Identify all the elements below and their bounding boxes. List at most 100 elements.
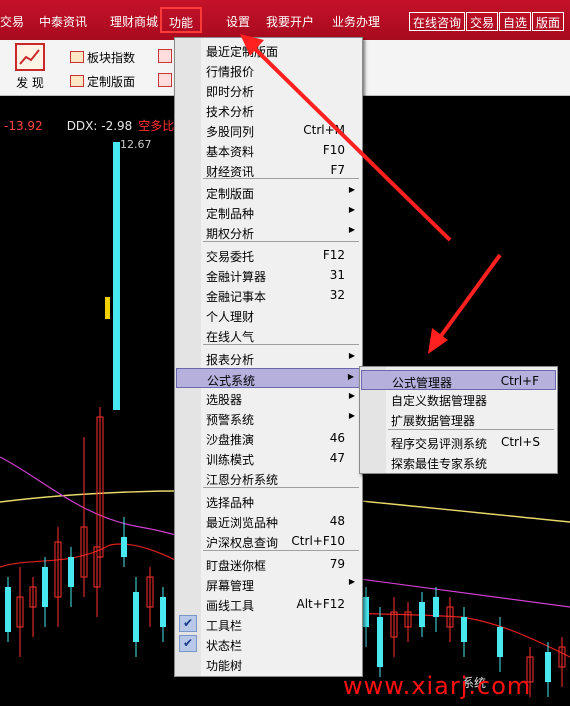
menu-trade[interactable]: 交易 [0,13,24,30]
menu-item[interactable]: 功能树 [176,654,361,674]
menu-item[interactable]: 沪深权息查询 Ctrl+F10 [176,531,361,551]
menu-item[interactable]: 多股同列 Ctrl+M [176,120,361,140]
menu-item-label: 画线工具 [206,599,255,613]
menu-settings[interactable]: 设置 [226,13,250,30]
online-consult-button[interactable]: 在线咨询 [409,12,466,31]
menu-item-label: 定制品种 [206,207,255,221]
submenu-arrow-icon: ▶ [348,577,355,586]
layout-button[interactable]: 版面 [532,12,565,31]
menu-business[interactable]: 业务办理 [332,13,380,30]
submenu-item-shortcut: Ctrl+F [500,374,539,388]
menu-item-label: 技术分析 [206,105,255,119]
menu-item-label: 选股器 [206,393,243,407]
menu-item-label: 基本资料 [206,145,255,159]
menu-item-label: 金融记事本 [206,290,267,304]
menu-item-shortcut: Ctrl+F10 [291,534,345,548]
menu-item-label: 盯盘迷你框 [206,559,267,573]
menu-item[interactable]: 金融计算器 31 [176,265,361,285]
menu-item-shortcut: 48 [329,514,345,528]
menu-item-label: 沙盘推演 [206,433,255,447]
submenu-item[interactable]: 公式管理器 Ctrl+F [361,370,556,390]
menu-item[interactable]: 盯盘迷你框 79 [176,554,361,574]
tool-icon[interactable] [158,73,172,87]
menu-item-shortcut: Ctrl+M [303,123,345,137]
menu-item[interactable]: 最近定制版面 [176,40,361,60]
menu-item[interactable]: 定制品种 ▶ [176,202,361,222]
submenu-item[interactable]: 程序交易评测系统 Ctrl+S [361,432,556,452]
menu-item[interactable]: 行情报价 [176,60,361,80]
menu-functions[interactable]: 功能 [160,7,203,33]
menu-item[interactable]: 预警系统 ▶ [176,408,361,428]
menu-item[interactable]: 期权分析 ▶ [176,222,361,242]
menu-separator [203,487,359,488]
menu-item[interactable]: 定制版面 ▶ [176,182,361,202]
trend-chart-icon [15,43,45,71]
submenu-item[interactable]: 扩展数据管理器 [361,409,556,429]
menu-item-label: 最近定制版面 [206,45,279,59]
indicator-value: -13.92 [4,119,43,133]
menu-item-label: 行情报价 [206,65,255,79]
menu-item[interactable]: 公式系统 ▶ [176,368,361,388]
custom-layout-button[interactable]: 定制版面 [70,73,135,91]
menu-item-label: 个人理财 [206,310,255,324]
submenu-separator [388,429,554,430]
menu-item-label: 公式系统 [207,374,256,388]
menu-item[interactable]: 个人理财 [176,305,361,325]
menu-item[interactable]: 报表分析 ▶ [176,348,361,368]
menu-zhongtai-news[interactable]: 中泰资讯 [39,13,87,30]
discover-button[interactable]: 发 现 [10,43,50,93]
menu-item[interactable]: 画线工具 Alt+F12 [176,594,361,614]
menu-item[interactable]: 技术分析 [176,100,361,120]
menu-wealth-mall[interactable]: 理财商城 [110,13,158,30]
menu-item-label: 屏幕管理 [206,579,255,593]
menu-open-account[interactable]: 我要开户 [266,13,314,30]
submenu-item[interactable]: 自定义数据管理器 [361,389,556,409]
submenu-item[interactable]: 探索最佳专家系统 [361,452,556,472]
menu-item-label: 预警系统 [206,413,255,427]
menu-item[interactable]: 沙盘推演 46 [176,428,361,448]
ddx-value: DDX: -2.98 [66,119,133,133]
menu-item-shortcut: F10 [322,143,345,157]
menu-item-shortcut: 31 [329,268,345,282]
submenu-arrow-icon: ▶ [347,372,354,381]
menu-item-label: 状态栏 [206,639,243,653]
menu-item-shortcut: 47 [329,451,345,465]
menu-item[interactable]: 财经资讯 F7 [176,160,361,180]
formula-system-submenu: 公式管理器 Ctrl+F 自定义数据管理器扩展数据管理器程序交易评测系统 Ctrl+S… [359,366,558,474]
submenu-arrow-icon: ▶ [348,391,355,400]
menu-item[interactable]: 江恩分析系统 [176,468,361,488]
submenu-item-label: 扩展数据管理器 [391,414,476,428]
checkmark-icon: ✔ [179,635,197,652]
submenu-item-label: 程序交易评测系统 [391,437,488,451]
short-long-ratio-label: 空多比: [138,119,179,133]
watermark: www.xiarj.com [343,672,532,700]
menu-item[interactable]: 即时分析 [176,80,361,100]
menu-item[interactable]: 选股器 ▶ [176,388,361,408]
menu-item-shortcut: F12 [322,248,345,262]
sector-index-button[interactable]: 板块指数 [70,49,135,67]
menu-item-label: 期权分析 [206,227,255,241]
menu-item-label: 沪深权息查询 [206,536,279,550]
layout-icon [70,75,84,87]
menu-item[interactable]: 选择品种 [176,491,361,511]
menu-item-label: 训练模式 [206,453,255,467]
submenu-item-label: 探索最佳专家系统 [391,457,488,471]
menu-item-label: 选择品种 [206,496,255,510]
submenu-arrow-icon: ▶ [348,411,355,420]
submenu-arrow-icon: ▶ [348,185,355,194]
volume-bar-cyan [113,142,120,410]
trade-button[interactable]: 交易 [466,12,499,31]
menu-item[interactable]: 屏幕管理 ▶ [176,574,361,594]
watchlist-button[interactable]: 自选 [499,12,532,31]
menu-item[interactable]: 最近浏览品种 48 [176,511,361,531]
menu-separator [203,550,359,551]
menu-item[interactable]: 基本资料 F10 [176,140,361,160]
menu-item[interactable]: ✔ 状态栏 [176,634,361,654]
menu-item[interactable]: ✔ 工具栏 [176,614,361,634]
menu-item[interactable]: 训练模式 47 [176,448,361,468]
menu-item[interactable]: 金融记事本 32 [176,285,361,305]
menu-item[interactable]: 在线人气 [176,325,361,345]
menu-item[interactable]: 交易委托 F12 [176,245,361,265]
chart-icon[interactable] [158,49,172,63]
indicator-readout: -13.92 DDX: -2.98 空多比: [4,117,178,134]
